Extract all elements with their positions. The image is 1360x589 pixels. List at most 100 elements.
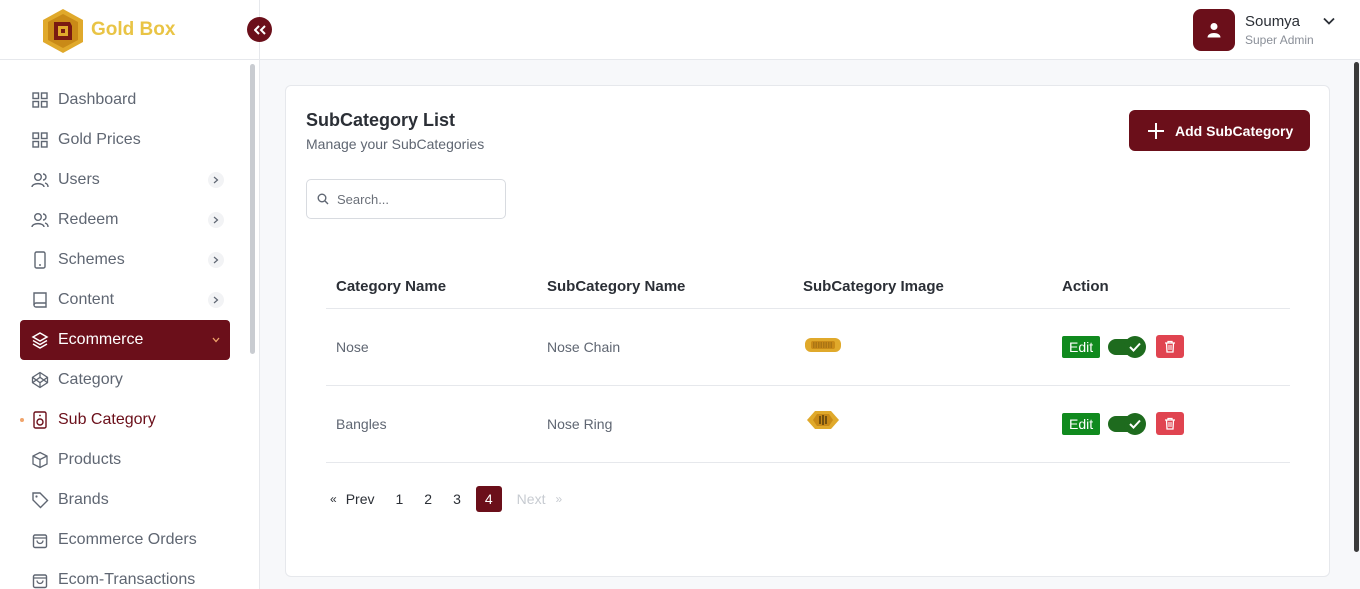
sidebar: Gold Box Dashboard Gold Prices Users Red… xyxy=(0,0,272,589)
sidebar-item-ecommerce-orders[interactable]: Ecommerce Orders xyxy=(0,520,250,560)
sidebar-item-label: Products xyxy=(58,451,122,468)
plus-icon xyxy=(1147,122,1165,140)
cell-actions: Edit xyxy=(1052,385,1290,463)
table-row: Nose Nose Chain Edit xyxy=(326,308,1290,386)
trash-icon xyxy=(1165,417,1176,430)
search-icon xyxy=(317,193,329,205)
shopping-bag-icon xyxy=(31,571,49,589)
sidebar-nav: Dashboard Gold Prices Users Redeem Schem… xyxy=(0,80,250,589)
pagination: « Prev 1 2 3 4 Next » xyxy=(330,486,562,512)
cell-category: Bangles xyxy=(326,385,537,463)
sidebar-item-label: Brands xyxy=(58,491,109,508)
page-subtitle: Manage your SubCategories xyxy=(306,136,485,152)
grid-icon xyxy=(31,131,49,149)
sidebar-item-label: Users xyxy=(58,171,100,188)
user-icon xyxy=(1207,23,1221,38)
sidebar-item-users[interactable]: Users xyxy=(0,160,250,200)
check-icon xyxy=(1124,335,1147,358)
chevron-down-icon xyxy=(208,332,224,348)
shopping-bag-icon xyxy=(31,531,49,549)
sidebar-item-redeem[interactable]: Redeem xyxy=(0,200,250,240)
page-2-button[interactable]: 2 xyxy=(418,486,438,512)
sidebar-item-label: Content xyxy=(58,291,115,308)
sidebar-item-ecommerce[interactable]: Ecommerce xyxy=(20,320,230,360)
search-input[interactable] xyxy=(337,191,487,207)
logo-area: Gold Box xyxy=(0,0,259,60)
table-header-row: Category Name SubCategory Name SubCatego… xyxy=(326,265,1290,309)
trash-icon xyxy=(1165,340,1176,353)
tag-icon xyxy=(31,491,49,509)
add-subcategory-button[interactable]: Add SubCategory xyxy=(1129,110,1310,151)
sidebar-item-label: Gold Prices xyxy=(58,131,141,148)
nose-chain-thumbnail xyxy=(805,337,841,352)
users-icon xyxy=(31,211,49,229)
chevron-right-icon xyxy=(208,252,224,268)
box-icon xyxy=(31,451,49,469)
sidebar-item-gold-prices[interactable]: Gold Prices xyxy=(0,120,250,160)
sidebar-item-brands[interactable]: Brands xyxy=(0,480,250,520)
layers-icon xyxy=(31,331,49,349)
gold-box-logo-icon xyxy=(43,9,83,53)
sidebar-item-label: Schemes xyxy=(58,251,125,268)
table-row: Bangles Nose Ring Edit xyxy=(326,385,1290,463)
tablet-icon xyxy=(31,251,49,269)
active-indicator-dot xyxy=(20,418,24,422)
sidebar-item-products[interactable]: Products xyxy=(0,440,250,480)
prev-page-button[interactable]: Prev xyxy=(346,486,381,512)
edit-button[interactable]: Edit xyxy=(1062,335,1101,358)
avatar[interactable] xyxy=(1193,9,1235,51)
sidebar-item-sub-category[interactable]: Sub Category xyxy=(0,400,250,440)
cell-subcategory: Nose Chain xyxy=(537,308,793,386)
next-page-button[interactable]: Next xyxy=(511,486,552,512)
grid-icon xyxy=(31,91,49,109)
brand-name: Gold Box xyxy=(91,19,176,40)
delete-button[interactable] xyxy=(1156,412,1185,435)
codepen-icon xyxy=(31,371,49,389)
page-title: SubCategory List xyxy=(306,110,456,130)
sidebar-item-category[interactable]: Category xyxy=(0,360,250,400)
sidebar-item-label: Ecommerce Orders xyxy=(58,531,197,548)
delete-button[interactable] xyxy=(1156,335,1185,358)
chevron-down-icon[interactable] xyxy=(1322,14,1336,28)
header-subcategory-name: SubCategory Name xyxy=(537,265,793,309)
sidebar-item-dashboard[interactable]: Dashboard xyxy=(0,80,250,120)
users-icon xyxy=(31,171,49,189)
sidebar-item-label: Redeem xyxy=(58,211,119,228)
user-role: Super Admin xyxy=(1245,33,1314,47)
check-icon xyxy=(1124,412,1147,435)
cell-actions: Edit xyxy=(1052,308,1290,386)
search-box[interactable] xyxy=(306,179,506,219)
status-toggle[interactable] xyxy=(1108,412,1147,435)
edit-button[interactable]: Edit xyxy=(1062,412,1101,435)
subcategory-card: SubCategory List Manage your SubCategori… xyxy=(285,85,1330,577)
prev-glyph: « xyxy=(330,492,337,506)
page-4-button[interactable]: 4 xyxy=(475,486,502,512)
cell-category: Nose xyxy=(326,308,537,386)
cell-image xyxy=(793,385,1052,463)
sidebar-item-content[interactable]: Content xyxy=(0,280,250,320)
add-subcategory-label: Add SubCategory xyxy=(1175,122,1294,139)
main-scrollbar[interactable] xyxy=(1354,62,1359,552)
header-subcategory-image: SubCategory Image xyxy=(793,265,1052,309)
chevron-right-icon xyxy=(208,292,224,308)
sidebar-scrollbar[interactable] xyxy=(250,64,255,354)
nose-ring-thumbnail xyxy=(807,410,839,429)
user-name: Soumya xyxy=(1245,13,1301,30)
page-1-button[interactable]: 1 xyxy=(389,486,409,512)
book-icon xyxy=(31,291,49,309)
status-toggle[interactable] xyxy=(1108,335,1147,358)
header-action: Action xyxy=(1052,265,1290,309)
next-glyph: » xyxy=(555,492,563,506)
subcategory-table: Category Name SubCategory Name SubCatego… xyxy=(326,265,1290,463)
sidebar-item-label: Sub Category xyxy=(58,411,156,428)
page-3-button[interactable]: 3 xyxy=(447,486,467,512)
sidebar-item-label: Ecommerce xyxy=(58,331,144,348)
sidebar-item-ecom-transactions[interactable]: Ecom-Transactions xyxy=(0,560,250,589)
sidebar-item-label: Category xyxy=(58,371,123,388)
header-category-name: Category Name xyxy=(326,265,537,309)
sidebar-item-label: Ecom-Transactions xyxy=(58,571,196,588)
top-header: Soumya Super Admin xyxy=(260,0,1360,60)
collapse-sidebar-button[interactable] xyxy=(247,17,272,42)
speaker-icon xyxy=(31,411,49,429)
sidebar-item-schemes[interactable]: Schemes xyxy=(0,240,250,280)
